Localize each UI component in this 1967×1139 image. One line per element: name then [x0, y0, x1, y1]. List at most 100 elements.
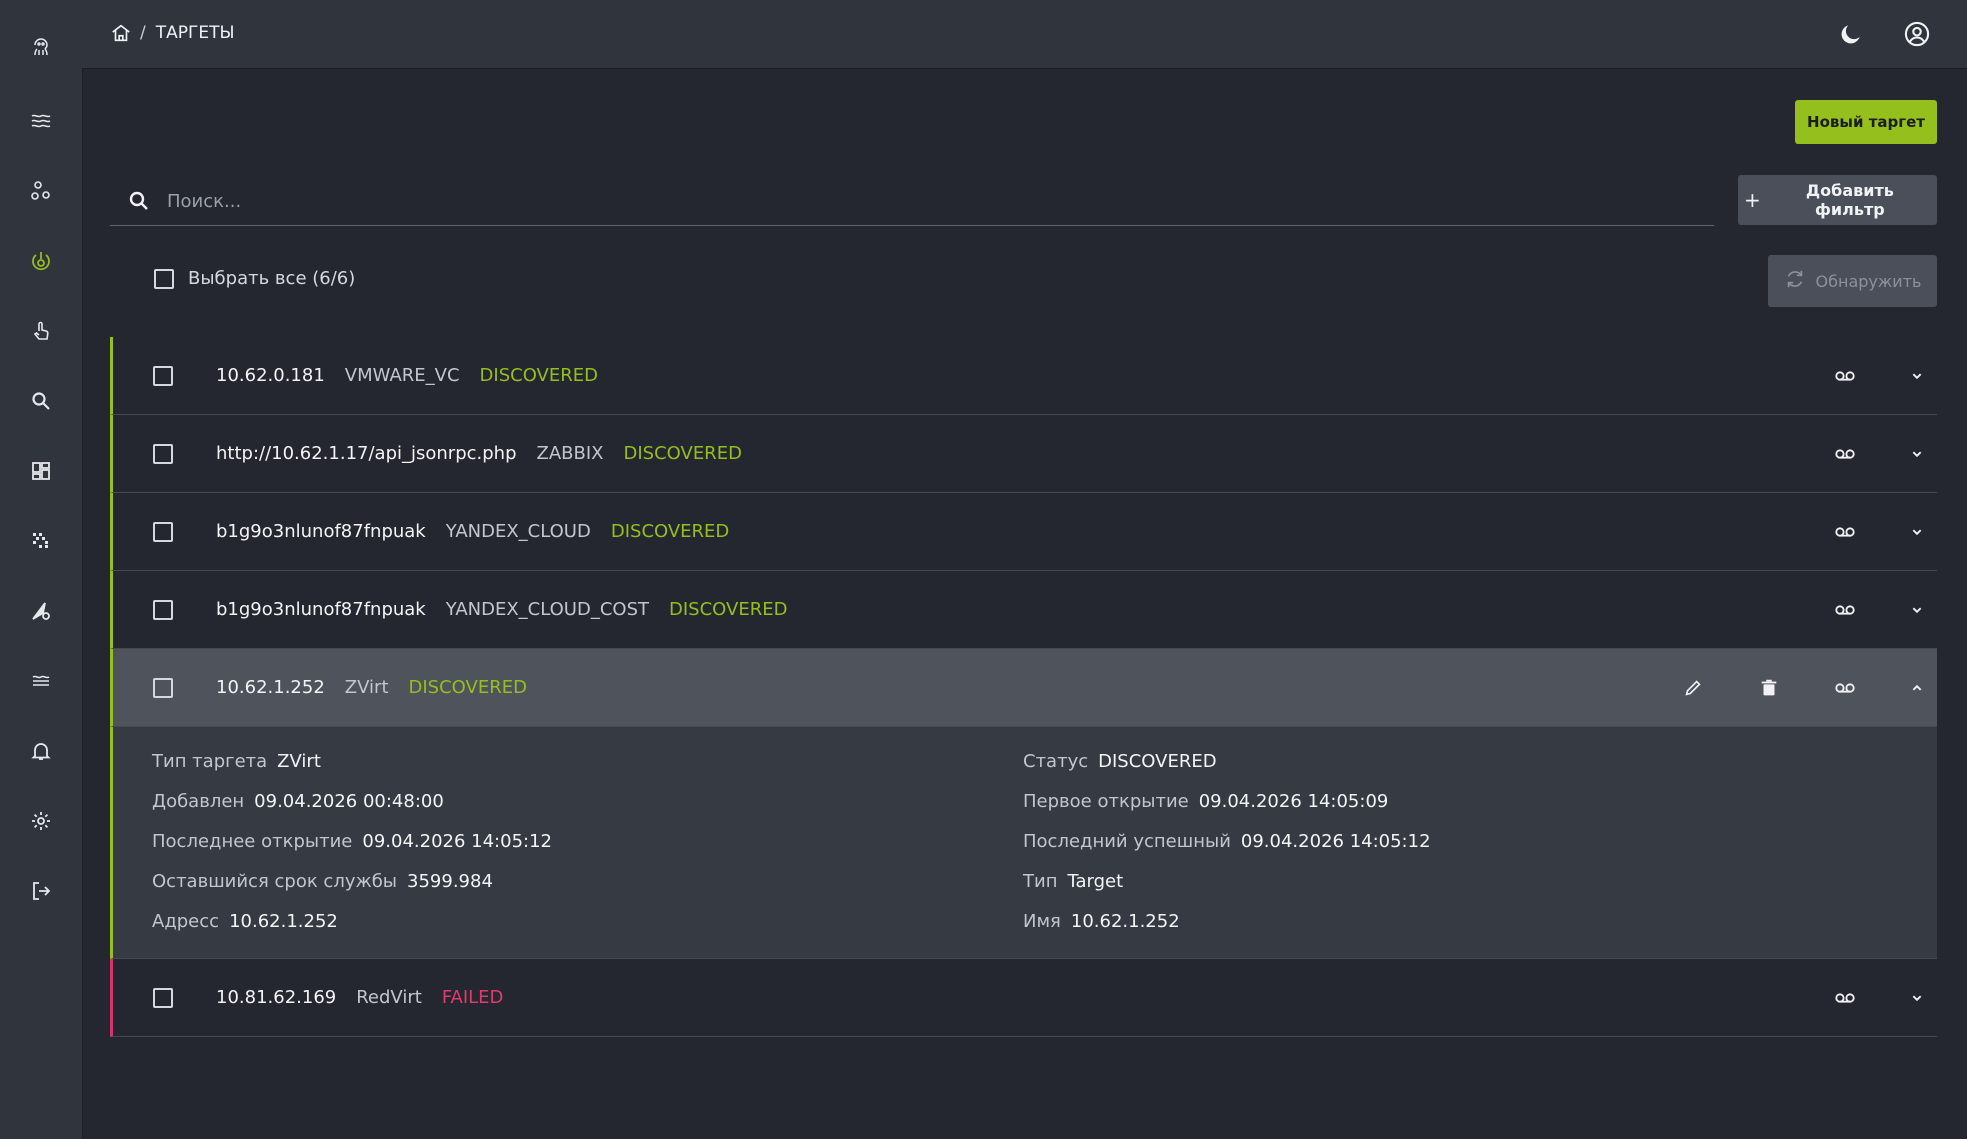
- detail-item: Первое открытие 09.04.2026 14:05:09: [1023, 781, 1431, 821]
- target-type: YANDEX_CLOUD: [445, 521, 591, 542]
- edit-icon[interactable]: [1673, 668, 1713, 708]
- detail-value: Target: [1067, 870, 1124, 892]
- detail-item: Оставшийся срок службы 3599.984: [152, 861, 552, 901]
- detail-value: 09.04.2026 14:05:12: [362, 830, 552, 852]
- add-filter-button[interactable]: + Добавить фильтр: [1738, 175, 1937, 225]
- view-icon[interactable]: [1825, 978, 1865, 1018]
- detail-item: Статус DISCOVERED: [1023, 741, 1431, 781]
- detail-value: 09.04.2026 14:05:12: [1240, 830, 1431, 852]
- select-all-checkbox[interactable]: [154, 268, 174, 289]
- octopus-logo-icon[interactable]: [21, 26, 61, 66]
- target-type: ZABBIX: [536, 443, 604, 464]
- search-input[interactable]: [165, 185, 769, 217]
- dashboard-icon[interactable]: [21, 451, 61, 491]
- search-bar: [110, 173, 1714, 226]
- dark-mode-icon[interactable]: [1835, 18, 1867, 50]
- target-name: 10.62.1.252: [216, 677, 325, 698]
- view-icon[interactable]: [1825, 590, 1865, 630]
- target-name: http://10.62.1.17/api_jsonrpc.php: [216, 443, 517, 464]
- select-all-label: Выбрать все (6/6): [188, 268, 356, 289]
- gear-icon[interactable]: [21, 801, 61, 841]
- chevron-down-icon[interactable]: [1897, 434, 1937, 474]
- nodes-icon[interactable]: [21, 171, 61, 211]
- bell-icon[interactable]: [21, 731, 61, 771]
- view-icon[interactable]: [1825, 434, 1865, 474]
- detail-item: Последнее открытие 09.04.2026 14:05:12: [152, 821, 552, 861]
- user-account-icon[interactable]: [1901, 18, 1933, 50]
- target-row[interactable]: 10.62.0.181 VMWARE_VC DISCOVERED: [110, 337, 1937, 415]
- status-badge: DISCOVERED: [408, 677, 527, 698]
- row-checkbox[interactable]: [153, 444, 173, 464]
- search-icon: [127, 189, 151, 213]
- chevron-down-icon[interactable]: [1897, 590, 1937, 630]
- discover-button[interactable]: Обнаружить: [1768, 255, 1937, 307]
- detail-label: Статус: [1023, 750, 1089, 772]
- trash-icon[interactable]: [1749, 668, 1789, 708]
- target-details: Тип таргета ZVirt Добавлен 09.04.2026 00:4…: [110, 727, 1937, 959]
- detail-label: Первое открытие: [1023, 790, 1189, 812]
- detail-label: Последнее открытие: [152, 830, 353, 852]
- chevron-down-icon[interactable]: [1897, 512, 1937, 552]
- select-all: Выбрать все (6/6): [154, 268, 355, 289]
- status-badge: FAILED: [441, 987, 504, 1008]
- row-checkbox[interactable]: [153, 600, 173, 620]
- target-name: 10.81.62.169: [216, 987, 337, 1008]
- detail-label: Имя: [1023, 910, 1061, 932]
- sidebar: [0, 0, 83, 1139]
- view-icon[interactable]: [1825, 512, 1865, 552]
- target-row-expanded[interactable]: 10.62.1.252 ZVirt DISCOVERED: [110, 649, 1937, 727]
- target-row[interactable]: b1g9o3nlunof87fnpuak YANDEX_CLOUD_COST D…: [110, 571, 1937, 649]
- target-type: ZVirt: [344, 677, 389, 698]
- view-icon[interactable]: [1825, 356, 1865, 396]
- chevron-down-icon[interactable]: [1897, 978, 1937, 1018]
- detail-item: Тип Target: [1023, 861, 1431, 901]
- target-row[interactable]: b1g9o3nlunof87fnpuak YANDEX_CLOUD DISCOV…: [110, 493, 1937, 571]
- target-name: b1g9o3nlunof87fnpuak: [216, 599, 426, 620]
- target-type: YANDEX_CLOUD_COST: [445, 599, 649, 620]
- targets-list: 10.62.0.181 VMWARE_VC DISCOVERED http://…: [110, 337, 1937, 1037]
- view-icon[interactable]: [1825, 668, 1865, 708]
- logout-icon[interactable]: [21, 871, 61, 911]
- detail-label: Оставшийся срок службы: [152, 870, 398, 892]
- status-badge: DISCOVERED: [623, 443, 742, 464]
- detail-item: Адресс 10.62.1.252: [152, 901, 552, 941]
- detail-label: Последний успешный: [1023, 830, 1231, 852]
- detail-label: Тип: [1023, 870, 1058, 892]
- home-icon[interactable]: [110, 22, 132, 44]
- detail-label: Тип таргета: [152, 750, 268, 772]
- target-name: b1g9o3nlunof87fnpuak: [216, 521, 426, 542]
- target-name: 10.62.0.181: [216, 365, 325, 386]
- status-badge: DISCOVERED: [610, 521, 730, 542]
- details-right-column: Статус DISCOVERED Первое открытие 09.04.20…: [1023, 741, 1431, 941]
- detail-value: 3599.984: [407, 870, 493, 892]
- row-checkbox[interactable]: [153, 522, 173, 542]
- row-checkbox[interactable]: [153, 988, 173, 1008]
- search-icon[interactable]: [21, 381, 61, 421]
- layers-icon[interactable]: [21, 101, 61, 141]
- detail-value: 10.62.1.252: [229, 910, 338, 932]
- streams-icon[interactable]: [21, 661, 61, 701]
- detail-label: Добавлен: [152, 790, 245, 812]
- plus-icon: +: [1744, 188, 1761, 212]
- detail-label: Адресс: [152, 910, 220, 932]
- detail-value: 09.04.2026 00:48:00: [254, 790, 444, 812]
- status-badge: DISCOVERED: [669, 599, 788, 620]
- chevron-down-icon[interactable]: [1897, 356, 1937, 396]
- refresh-icon: [1784, 268, 1806, 294]
- tools-icon[interactable]: [21, 591, 61, 631]
- main-content: Новый таргет + Добавить фильтр Выбрать в…: [82, 69, 1967, 1139]
- targets-icon[interactable]: [21, 241, 61, 281]
- new-target-button[interactable]: Новый таргет: [1795, 100, 1937, 144]
- detail-status-value: DISCOVERED: [1098, 750, 1217, 772]
- topbar: / ТАРГЕТЫ: [82, 0, 1967, 69]
- detail-item: Имя 10.62.1.252: [1023, 901, 1431, 941]
- row-checkbox[interactable]: [153, 678, 173, 698]
- target-row[interactable]: http://10.62.1.17/api_jsonrpc.php ZABBIX…: [110, 415, 1937, 493]
- matrix-icon[interactable]: [21, 521, 61, 561]
- page-title: ТАРГЕТЫ: [155, 23, 235, 43]
- chevron-up-icon[interactable]: [1897, 668, 1937, 708]
- touch-icon[interactable]: [21, 311, 61, 351]
- status-badge: DISCOVERED: [479, 365, 598, 386]
- target-row[interactable]: 10.81.62.169 RedVirt FAILED: [110, 959, 1937, 1037]
- row-checkbox[interactable]: [153, 366, 173, 386]
